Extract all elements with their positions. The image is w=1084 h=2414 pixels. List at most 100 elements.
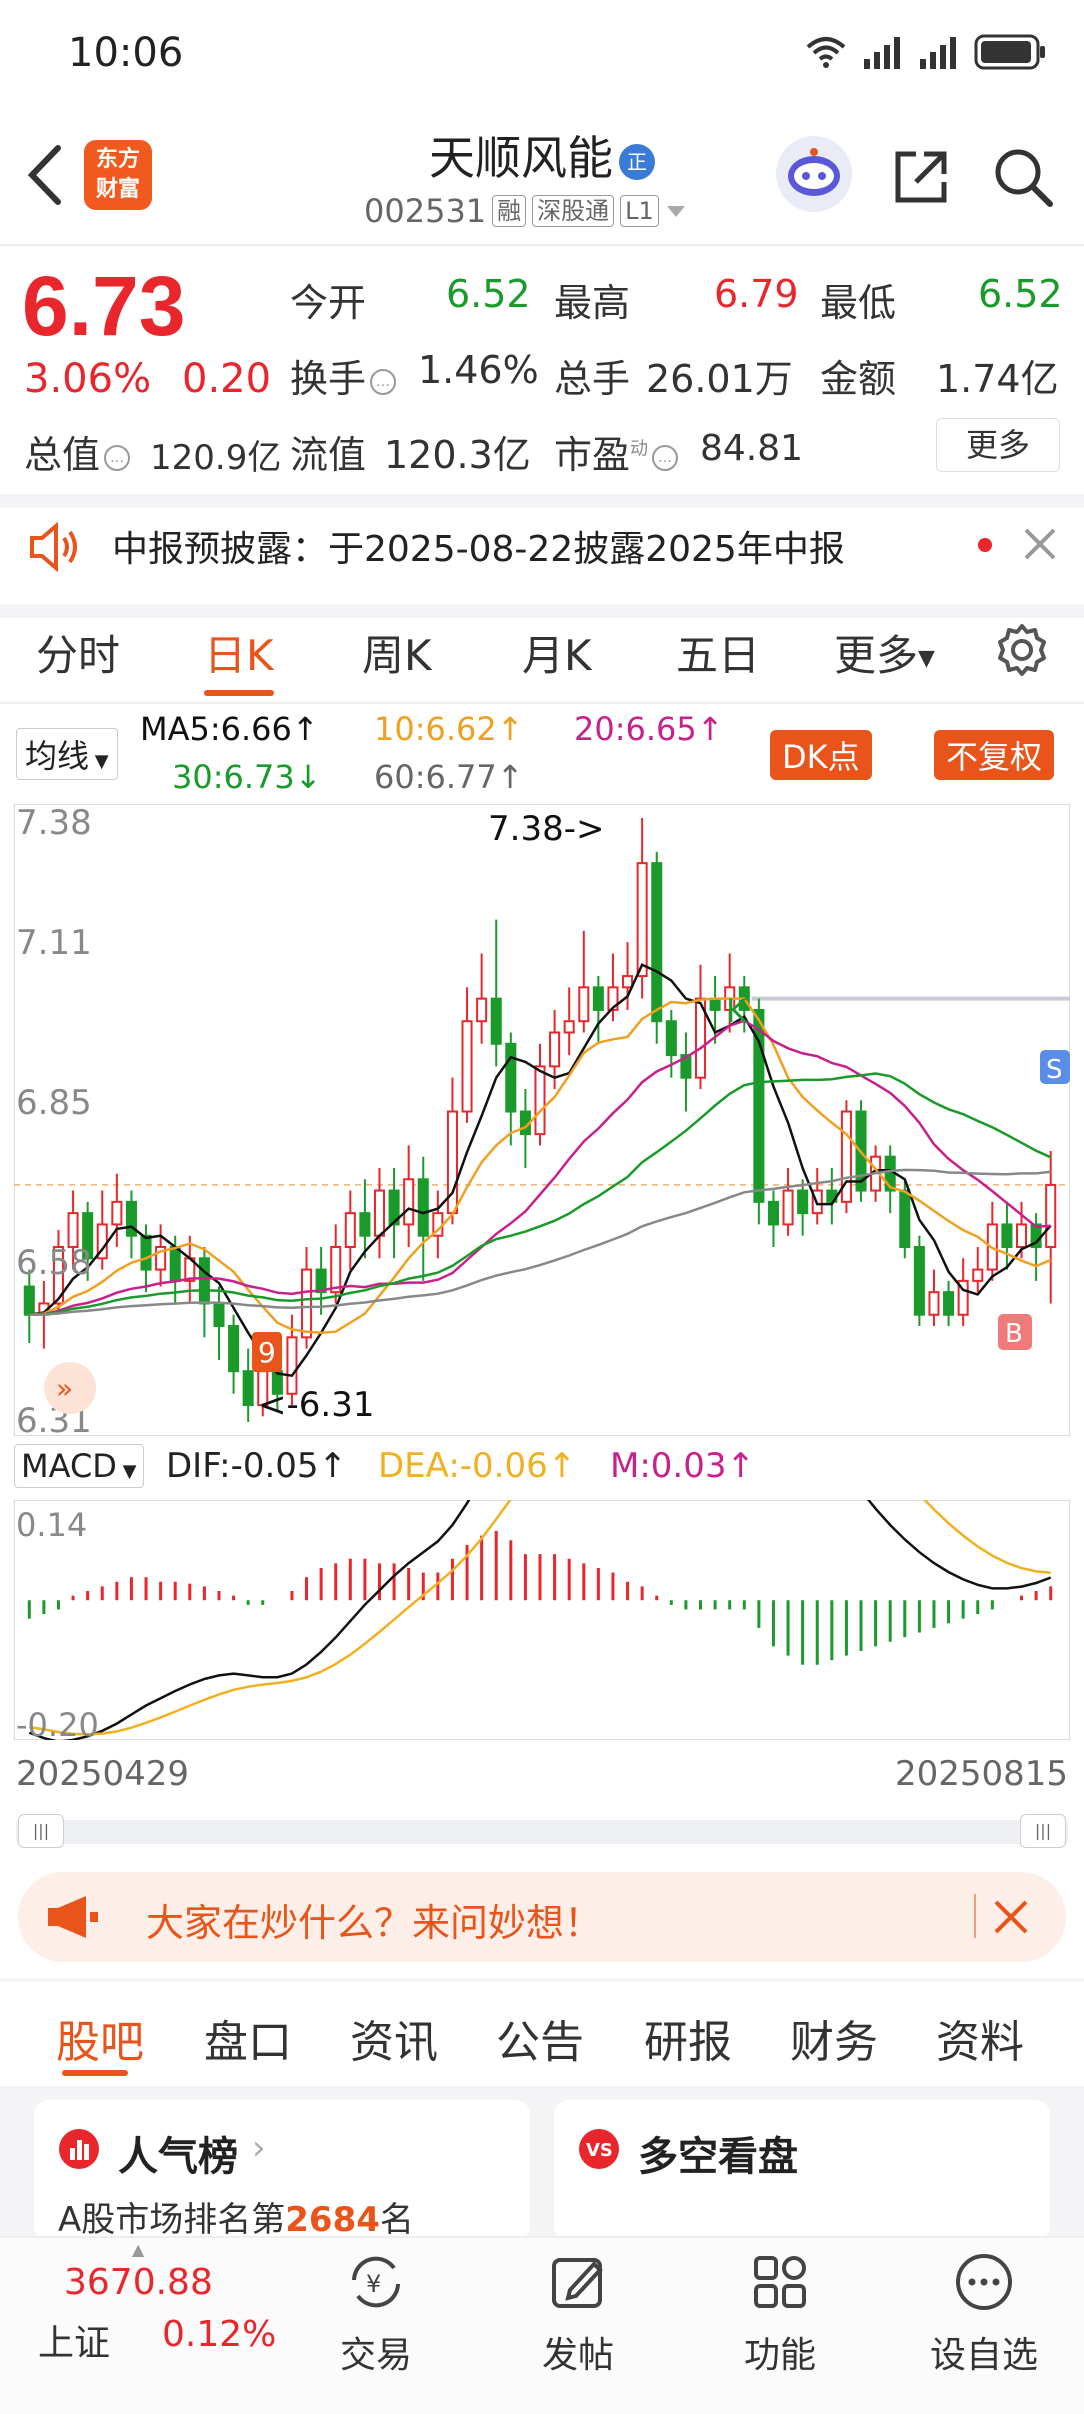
k-annotation: K [726, 992, 748, 1030]
ma5-value: MA5:6.66↑ [140, 710, 319, 748]
speaker-icon [30, 522, 77, 572]
turnover-value: 1.46% [418, 348, 539, 392]
macd-y-tick: -0.20 [16, 1706, 99, 1740]
tab-finance[interactable]: 财务 [790, 2006, 878, 2070]
candlestick-chart[interactable]: 7.38 7.11 6.85 6.58 6.31 7.38-> <-6.31 K… [14, 804, 1070, 1436]
candle-body [213, 1302, 225, 1328]
candle-body [301, 1268, 313, 1339]
dk-point-button[interactable]: DK点 [770, 730, 872, 780]
high-annotation: 7.38-> [488, 809, 604, 849]
date-start: 20250429 [16, 1754, 190, 1794]
high-value: 6.79 [714, 272, 799, 316]
float-value: 120.3亿 [384, 433, 531, 477]
status-time: 10:06 [68, 30, 184, 76]
notice-text[interactable]: 中报预披露：于2025-08-22披露2025年中报 [112, 520, 845, 572]
date-end: 20250815 [894, 1754, 1068, 1794]
macd-chart[interactable]: 0.14 -0.20 [14, 1500, 1070, 1740]
share-icon[interactable] [890, 146, 952, 208]
amount-label: 金额 [820, 357, 897, 401]
candle-body [242, 1370, 254, 1407]
index-name[interactable]: 上证 [38, 2314, 110, 2366]
tab-five-day[interactable]: 五日 [676, 622, 760, 683]
tab-news[interactable]: 资讯 [350, 2006, 438, 2070]
tab-guba[interactable]: 股吧 [56, 2006, 144, 2070]
battery-icon [974, 34, 1045, 70]
assistant-robot-icon[interactable] [776, 136, 852, 212]
sell-marker-label: S [1046, 1055, 1063, 1085]
candle-body [913, 1246, 925, 1316]
pe-value: 84.81 [700, 428, 804, 469]
scroll-handle-left[interactable]: ||| [18, 1814, 64, 1848]
tab-more-label: 更多 [834, 631, 919, 680]
section-divider [0, 1978, 1084, 1982]
chart-scrollbar[interactable] [16, 1820, 1068, 1844]
tab-announcement[interactable]: 公告 [496, 2006, 584, 2070]
macd-selector-label: MACD [21, 1447, 117, 1485]
candle-body [169, 1246, 181, 1282]
popular-rank-title: 人气榜 [118, 2134, 238, 2180]
nav-functions-label: 功能 [743, 2335, 816, 2376]
search-icon[interactable] [990, 144, 1056, 210]
candle-body [943, 1291, 955, 1316]
tab-profile[interactable]: 资料 [936, 2006, 1024, 2070]
scroll-handle-right[interactable]: ||| [1020, 1814, 1066, 1848]
ma-selector[interactable]: 均线 ▼ [16, 728, 118, 780]
candle-body [709, 997, 721, 1011]
gear-icon[interactable] [994, 622, 1050, 678]
macd-y-tick: 0.14 [16, 1506, 87, 1544]
y-tick-label: 7.38 [16, 804, 92, 843]
tag-level: L1 [620, 195, 659, 227]
candle-body [767, 1200, 779, 1226]
candle-body [490, 997, 502, 1045]
info-icon[interactable]: … [370, 368, 397, 395]
tabs-divider [0, 702, 1084, 704]
ma30-value: 30:6.73↓ [172, 758, 322, 796]
chevron-down-icon: ▼ [918, 646, 935, 671]
tab-monthly-k[interactable]: 月K [522, 622, 592, 683]
edit-icon [552, 2258, 603, 2308]
bull-bear-card[interactable] [554, 2100, 1050, 2240]
nav-add-watchlist[interactable]: 设自选 [914, 2250, 1054, 2378]
tab-more[interactable]: 更多▼ [834, 622, 935, 683]
open-label: 今开 [290, 281, 367, 325]
signal-icon [864, 37, 900, 69]
stock-code-row[interactable]: 002531 融 深股通 L1 [364, 192, 687, 230]
low-value: 6.52 [978, 272, 1063, 316]
tab-timeshare[interactable]: 分时 [36, 622, 120, 683]
index-change[interactable]: 0.12% [162, 2314, 276, 2355]
nav-post[interactable]: 发帖 [508, 2250, 648, 2378]
candle-body [403, 1178, 415, 1226]
chevron-down-icon: ▼ [89, 751, 109, 772]
y-tick-label: 6.85 [16, 1083, 92, 1123]
tab-daily-k[interactable]: 日K [204, 622, 274, 683]
volume-value: 26.01万 [646, 357, 793, 401]
nav-trade[interactable]: ¥ 交易 [306, 2250, 446, 2378]
pe-superscript: 动 [630, 438, 649, 460]
index-value[interactable]: 3670.88 [64, 2262, 213, 2303]
nav-add-watchlist-label: 设自选 [929, 2335, 1038, 2376]
close-icon[interactable] [1020, 524, 1060, 564]
tab-pankou[interactable]: 盘口 [204, 2006, 292, 2070]
candle-body [359, 1212, 371, 1237]
more-button[interactable]: 更多 [936, 418, 1060, 472]
chevron-down-icon: ▼ [116, 1461, 137, 1482]
close-icon[interactable] [990, 1896, 1032, 1938]
candle-body [476, 997, 488, 1023]
candle-body [140, 1234, 152, 1271]
nav-functions[interactable]: 功能 [710, 2250, 850, 2378]
tab-weekly-k[interactable]: 周K [362, 622, 432, 683]
y-tick-label: 6.58 [16, 1243, 92, 1283]
ad-text[interactable]: 大家在炒什么？来问妙想！ [146, 1892, 602, 1947]
trade-icon: ¥ [352, 2256, 400, 2308]
svg-text:¥: ¥ [366, 2270, 381, 2298]
stock-name: 天顺风能 [429, 131, 613, 185]
rank-text: A股市场排名第2684名 [58, 2192, 414, 2241]
nav-trade-label: 交易 [339, 2335, 412, 2376]
chevron-right-icon: › [252, 2128, 266, 2168]
info-icon[interactable]: … [104, 444, 131, 471]
candle-body [228, 1325, 240, 1373]
adjust-button[interactable]: 不复权 [934, 730, 1055, 780]
macd-selector[interactable]: MACD ▼ [14, 1444, 144, 1488]
tab-research[interactable]: 研报 [644, 2006, 732, 2070]
info-icon[interactable]: … [652, 444, 679, 471]
